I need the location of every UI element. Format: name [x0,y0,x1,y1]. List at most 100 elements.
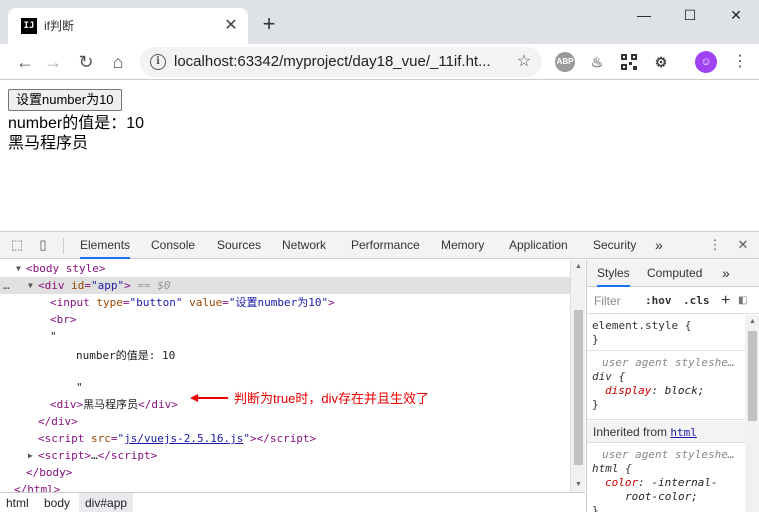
ellipsis-icon[interactable]: … [3,277,10,294]
cls-toggle[interactable]: .cls [683,288,710,314]
qr-code-icon[interactable] [619,52,639,72]
profile-avatar[interactable]: ☺ [695,51,717,73]
div-close-tag: </div> [38,415,78,428]
node-body[interactable]: ▼ <body style> [0,260,570,277]
scroll-down-icon[interactable]: ▼ [571,478,586,492]
color-value-cont: root-color; [625,490,698,503]
collapsed-ellipsis[interactable]: … [91,449,98,462]
device-toolbar-icon[interactable]: ▯ [34,236,52,254]
node-script-src[interactable]: <script src="js/vuejs-2.5.16.js"></scrip… [0,430,570,447]
menu-kebab-icon[interactable]: ⋮ [730,50,750,74]
close-window-icon[interactable]: ✕ [713,0,759,30]
elements-scrollbar[interactable]: ▲ ▼ [570,260,585,492]
new-rule-icon[interactable]: + [721,288,730,314]
tab-memory[interactable]: Memory [441,232,484,259]
element-style-selector: element.style { [592,319,692,332]
styles-scrollbar[interactable]: ▲ [745,315,759,512]
bookmark-star-icon[interactable]: ☆ [514,52,534,72]
scroll-up-icon[interactable]: ▲ [571,260,586,274]
scroll-up-icon[interactable]: ▲ [745,315,759,329]
url-text[interactable]: localhost:63342/myproject/day18_vue/_11i… [174,53,491,71]
minimize-icon[interactable]: — [621,0,667,30]
tab-application[interactable]: Application [509,232,568,259]
number-text-node: number的值是: 10 [76,349,176,362]
tab-close-icon[interactable]: ✕ [222,17,240,35]
forward-arrow-icon[interactable]: → [41,50,65,74]
inherited-from-header: Inherited from html [587,421,745,443]
page-viewport: 设置number为10 number的值是：10 黑马程序员 [0,81,759,231]
node-text-quote[interactable]: " [0,328,570,345]
elements-tree: ▼ <body style> … ▼ <div id="app"> == $0 … [0,260,585,492]
node-body-close[interactable]: </body> [0,464,570,481]
browser-window: IJ if判断 ✕ + — ☐ ✕ ← → ↻ ⌂ i localhost:63… [0,0,759,512]
close-brace: } [592,504,599,512]
selected-marker: == $0 [137,279,171,292]
back-arrow-icon[interactable]: ← [13,50,37,74]
node-div-close[interactable]: </div> [0,413,570,430]
tab-network[interactable]: Network [282,232,326,259]
tab-sources[interactable]: Sources [217,232,261,259]
devtools-menu-icon[interactable]: ⋮ [706,236,724,254]
tab-title: if判断 [44,19,75,33]
info-icon[interactable]: i [150,54,166,70]
ua-stylesheet-label: user agent styleshe… [602,356,735,369]
adblock-plus-icon[interactable]: ABP [555,52,575,72]
input-value: 设置number为10 [235,296,322,309]
expand-triangle-icon[interactable]: ▼ [16,260,24,277]
script-src-link[interactable]: js/vuejs-2.5.16.js [124,432,243,445]
browser-tab[interactable]: IJ if判断 ✕ [8,8,248,44]
annotation-text: 判断为true时，div存在并且生效了 [234,391,430,406]
tab-strip: IJ if判断 ✕ + — ☐ ✕ [0,0,759,44]
element-style-rule[interactable]: element.style { } [587,315,745,351]
br-tag: <br> [50,313,77,326]
node-div-app[interactable]: … ▼ <div id="app"> == $0 [0,277,570,294]
node-br[interactable]: <br> [0,311,570,328]
styles-pane: Styles Computed » Filter :hov .cls + ◧ e… [586,260,759,512]
breadcrumb-div-app[interactable]: div#app [79,493,134,512]
crx-extension-icon[interactable]: ⚙ [651,52,671,72]
more-tabs-icon[interactable]: » [655,232,663,259]
div-ua-rule[interactable]: user agent styleshe… div { display: bloc… [587,352,745,420]
color-prop: color [605,476,639,489]
div-text: 黑马程序员 [83,398,139,411]
breadcrumb: html body div#app [0,492,585,512]
inspect-element-icon[interactable]: ⬚ [8,236,26,254]
reload-icon[interactable]: ↻ [74,50,98,74]
devtools-panel: ⬚ ▯ Elements Console Sources Network Per… [0,231,759,512]
heima-text: 黑马程序员 [8,135,89,152]
tab-computed[interactable]: Computed [647,260,702,287]
tab-performance[interactable]: Performance [351,232,420,259]
collapsed-triangle-icon[interactable]: ▶ [28,447,36,464]
html-ua-rule[interactable]: user agent styleshe… html { color: -inte… [587,444,745,512]
body-tag: <body style> [26,262,106,275]
tab-styles[interactable]: Styles [597,260,630,287]
node-input[interactable]: <input type="button" value="设置number为10"… [0,294,570,311]
breadcrumb-html[interactable]: html [0,493,35,512]
node-html-close[interactable]: </html> [0,481,570,492]
scroll-thumb[interactable] [574,310,583,465]
breadcrumb-body[interactable]: body [38,493,76,512]
maximize-icon[interactable]: ☐ [667,0,713,30]
tab-console[interactable]: Console [151,232,195,259]
address-bar[interactable]: i localhost:63342/myproject/day18_vue/_1… [140,47,542,77]
home-icon[interactable]: ⌂ [106,50,130,74]
filter-input[interactable]: Filter [594,288,621,314]
inherited-html-link[interactable]: html [670,426,697,439]
node-text-number[interactable]: number的值是: 10 [0,345,570,379]
node-script-collapsed[interactable]: ▶ <script>…</script> [0,447,570,464]
devtools-close-icon[interactable]: ✕ [734,236,752,254]
browser-toolbar: ← → ↻ ⌂ i localhost:63342/myproject/day1… [0,44,759,80]
more-styles-tabs-icon[interactable]: » [722,260,730,287]
color-value: -internal- [651,476,718,489]
java-icon[interactable]: ♨ [587,52,607,72]
scroll-thumb[interactable] [748,331,757,421]
tab-elements[interactable]: Elements [80,232,131,259]
new-tab-icon[interactable]: + [257,13,281,37]
expand-triangle-icon[interactable]: ▼ [28,277,36,294]
close-brace: } [592,398,599,411]
hov-toggle[interactable]: :hov [645,288,672,314]
style-pane-toggle-icon[interactable]: ◧ [738,288,747,314]
set-number-button[interactable]: 设置number为10 [8,89,122,111]
ua-stylesheet-label: user agent styleshe… [602,448,735,461]
tab-security[interactable]: Security [593,232,636,259]
